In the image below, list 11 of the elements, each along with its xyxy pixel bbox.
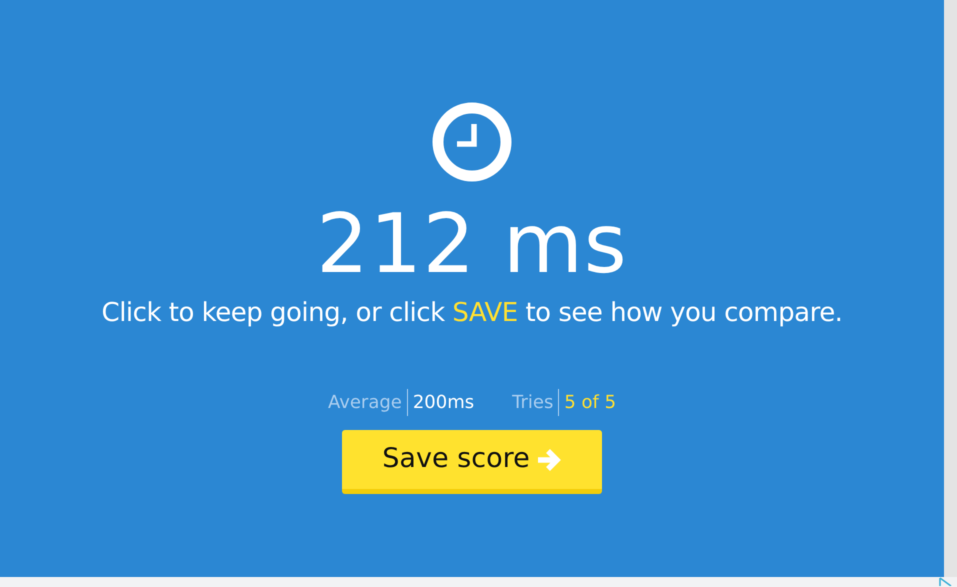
save-score-button[interactable]: Save score: [342, 430, 602, 494]
stat-value: 5 of 5: [558, 389, 616, 416]
stat-label: Tries: [512, 391, 554, 415]
stat-label: Average: [328, 391, 403, 415]
instruction-text: Click to keep going, or click SAVE to see how you compare.: [102, 297, 842, 330]
triangle-icon[interactable]: [939, 577, 952, 586]
stat-value: 200ms: [406, 389, 474, 416]
reaction-time: 212 ms: [316, 204, 628, 286]
clock-icon: [432, 102, 512, 182]
arrow-icon: [536, 446, 562, 472]
scrollbar[interactable]: [944, 0, 957, 577]
